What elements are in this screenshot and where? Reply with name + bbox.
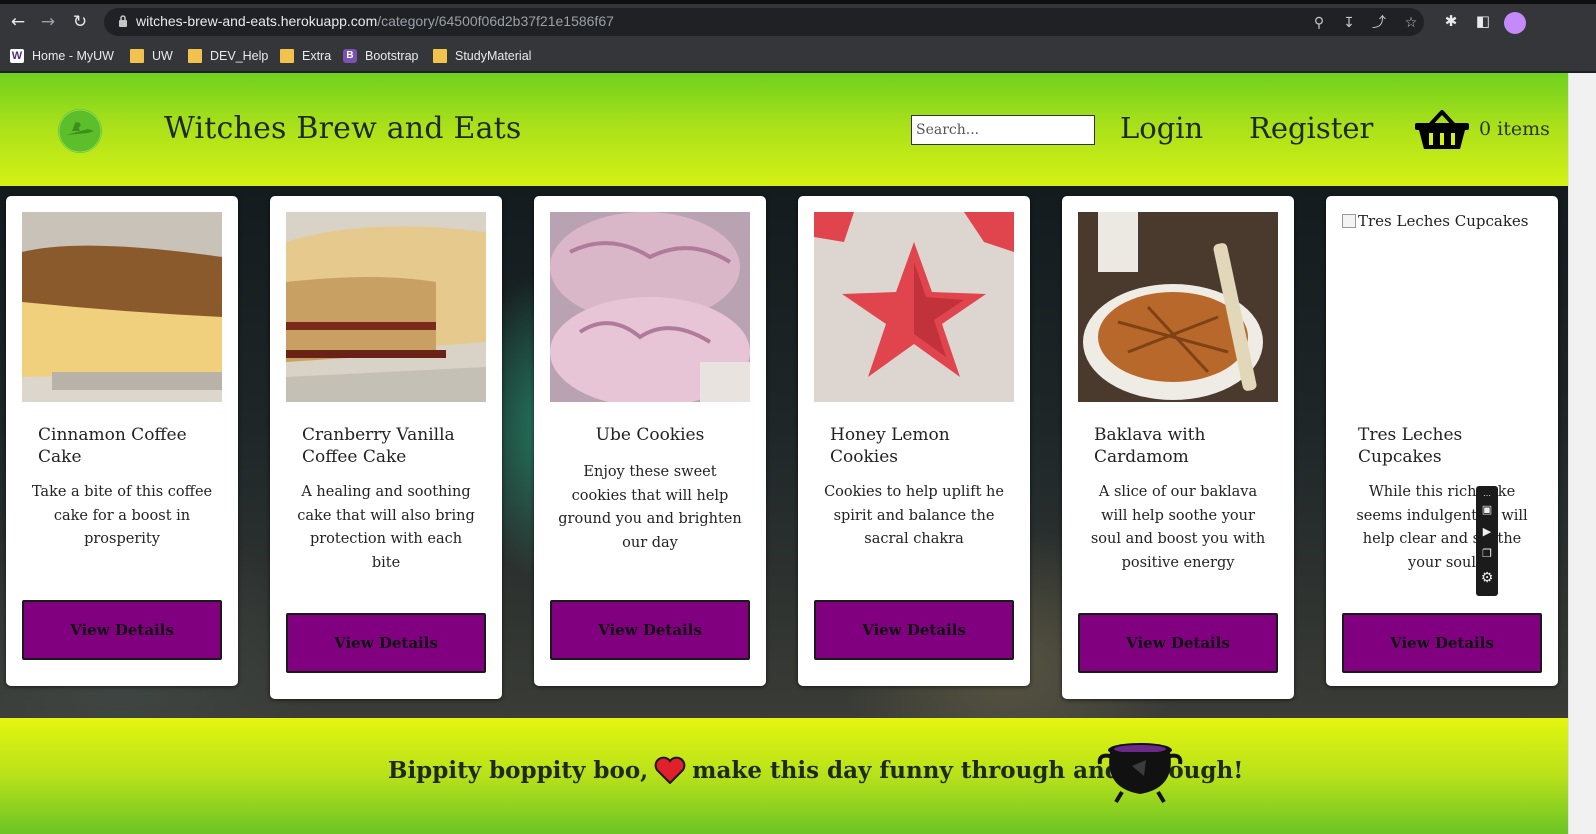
back-arrow-icon[interactable]: ← bbox=[6, 10, 30, 34]
product-title[interactable]: Baklava with Cardamom bbox=[1094, 424, 1264, 468]
bookmark-label: Home - MyUW bbox=[32, 49, 114, 63]
heart-icon bbox=[654, 756, 686, 784]
folder-icon bbox=[280, 49, 294, 63]
product-card: Baklava with Cardamom A slice of our bak… bbox=[1062, 196, 1294, 699]
broken-image-icon bbox=[1342, 214, 1356, 228]
copy-icon[interactable]: ❐ bbox=[1479, 546, 1495, 562]
cart-count[interactable]: 0 items bbox=[1479, 118, 1550, 140]
product-title[interactable]: Ube Cookies bbox=[550, 424, 750, 446]
product-description: A healing and soothing cake that will al… bbox=[297, 484, 475, 571]
shopping-basket-icon[interactable] bbox=[1414, 109, 1470, 151]
page-scrollbar[interactable] bbox=[1568, 73, 1596, 834]
view-details-button[interactable]: View Details bbox=[22, 600, 222, 660]
search-input[interactable] bbox=[911, 115, 1095, 145]
bookmark-dev-help[interactable]: DEV_Help bbox=[188, 47, 268, 65]
view-details-button[interactable]: View Details bbox=[814, 600, 1014, 660]
product-title[interactable]: Tres Leches Cupcakes bbox=[1358, 424, 1528, 468]
bootstrap-icon: B bbox=[343, 49, 357, 63]
site-title[interactable]: Witches Brew and Eats bbox=[164, 111, 522, 146]
product-card: Ube Cookies Enjoy these sweet cookies th… bbox=[534, 196, 766, 686]
page-viewport: Witches Brew and Eats Login Register 0 i… bbox=[0, 73, 1568, 834]
product-image-alt: Tres Leches Cupcakes bbox=[1358, 212, 1529, 230]
url-host: witches-brew-and-eats.herokuapp.com bbox=[136, 13, 378, 29]
product-title[interactable]: Cranberry Vanilla Coffee Cake bbox=[302, 424, 472, 468]
video-icon[interactable]: ▶ bbox=[1479, 524, 1495, 540]
folder-icon bbox=[188, 49, 202, 63]
view-details-button[interactable]: View Details bbox=[550, 600, 750, 660]
extensions-icon[interactable]: ✱ bbox=[1442, 12, 1460, 30]
register-link[interactable]: Register bbox=[1249, 111, 1373, 145]
view-details-button[interactable]: View Details bbox=[1078, 613, 1278, 673]
product-title[interactable]: Cinnamon Coffee Cake bbox=[38, 424, 208, 468]
bookmark-bootstrap[interactable]: B Bootstrap bbox=[343, 47, 419, 65]
bookmark-extra[interactable]: Extra bbox=[280, 47, 331, 65]
url-path: /category/64500f06d2b37f21e1586f67 bbox=[377, 13, 614, 29]
key-icon[interactable]: ⚲ bbox=[1310, 14, 1328, 32]
product-image[interactable] bbox=[286, 212, 486, 402]
camera-icon[interactable]: ▣ bbox=[1479, 502, 1495, 518]
product-card: Cinnamon Coffee Cake Take a bite of this… bbox=[6, 196, 238, 686]
product-card: Cranberry Vanilla Coffee Cake A healing … bbox=[270, 196, 502, 699]
bookmark-label: StudyMaterial bbox=[455, 49, 532, 63]
product-image[interactable] bbox=[550, 212, 750, 402]
side-panel-icon[interactable]: ◧ bbox=[1474, 12, 1492, 30]
product-card: Tres Leches Cupcakes Tres Leches Cupcake… bbox=[1326, 196, 1558, 686]
share-icon[interactable]: ⤴ bbox=[1370, 14, 1388, 32]
bookmark-uw[interactable]: UW bbox=[130, 47, 173, 65]
product-image[interactable] bbox=[22, 212, 222, 402]
product-description: Enjoy these sweet cookies that will help… bbox=[558, 464, 742, 551]
bookmark-home-myuw[interactable]: W Home - MyUW bbox=[10, 47, 114, 65]
profile-avatar[interactable] bbox=[1504, 12, 1526, 34]
bookmark-label: UW bbox=[152, 49, 173, 63]
forward-arrow-icon[interactable]: → bbox=[36, 10, 60, 34]
product-description: Cookies to help uplift he spirit and bal… bbox=[824, 484, 1004, 548]
product-title[interactable]: Honey Lemon Cookies bbox=[830, 424, 1000, 468]
view-details-button[interactable]: View Details bbox=[1342, 613, 1542, 673]
address-bar[interactable]: witches-brew-and-eats.herokuapp.com/cate… bbox=[104, 8, 1424, 36]
bookmark-label: Extra bbox=[302, 49, 332, 63]
product-description: A slice of our baklava will help soothe … bbox=[1090, 484, 1266, 571]
product-image[interactable] bbox=[1078, 212, 1278, 402]
bookmark-label: Bootstrap bbox=[365, 49, 419, 63]
product-description: While this rich cake seems indulgent, it… bbox=[1356, 484, 1528, 571]
site-footer: Bippity boppity boo, make this day funny… bbox=[0, 718, 1568, 834]
reload-icon[interactable]: ↻ bbox=[68, 10, 92, 34]
capture-toolbar: ⋯ ▣ ▶ ❐ ⚙ bbox=[1476, 486, 1498, 596]
folder-icon bbox=[130, 49, 144, 63]
bookmark-label: DEV_Help bbox=[210, 49, 269, 63]
product-description: Take a bite of this coffee cake for a bo… bbox=[31, 484, 213, 548]
install-icon[interactable]: ↧ bbox=[1340, 14, 1358, 32]
uw-w-icon: W bbox=[10, 49, 24, 63]
lock-icon[interactable] bbox=[118, 14, 128, 28]
url-text[interactable]: witches-brew-and-eats.herokuapp.com/cate… bbox=[136, 13, 614, 29]
product-image[interactable] bbox=[814, 212, 1014, 402]
bookmarks-bar: W Home - MyUW UW DEV_Help Extra B Bootstra… bbox=[0, 40, 1596, 72]
view-details-button[interactable]: View Details bbox=[286, 613, 486, 673]
product-grid: Cinnamon Coffee Cake Take a bite of this… bbox=[0, 186, 1568, 718]
witch-logo-icon[interactable] bbox=[58, 109, 102, 153]
folder-icon bbox=[433, 49, 447, 63]
bookmark-star-icon[interactable]: ☆ bbox=[1402, 14, 1420, 32]
login-link[interactable]: Login bbox=[1120, 111, 1203, 145]
product-card: Honey Lemon Cookies Cookies to help upli… bbox=[798, 196, 1030, 686]
product-image-broken[interactable]: Tres Leches Cupcakes bbox=[1342, 212, 1529, 230]
site-header: Witches Brew and Eats Login Register 0 i… bbox=[0, 73, 1568, 186]
browser-toolbar: ← → ↻ witches-brew-and-eats.herokuapp.co… bbox=[0, 4, 1596, 40]
settings-gear-icon[interactable]: ⚙ bbox=[1479, 570, 1495, 586]
bookmark-studymaterial[interactable]: StudyMaterial bbox=[433, 47, 531, 65]
cauldron-icon bbox=[1097, 743, 1183, 804]
tagline-start: Bippity boppity boo, bbox=[388, 756, 649, 784]
